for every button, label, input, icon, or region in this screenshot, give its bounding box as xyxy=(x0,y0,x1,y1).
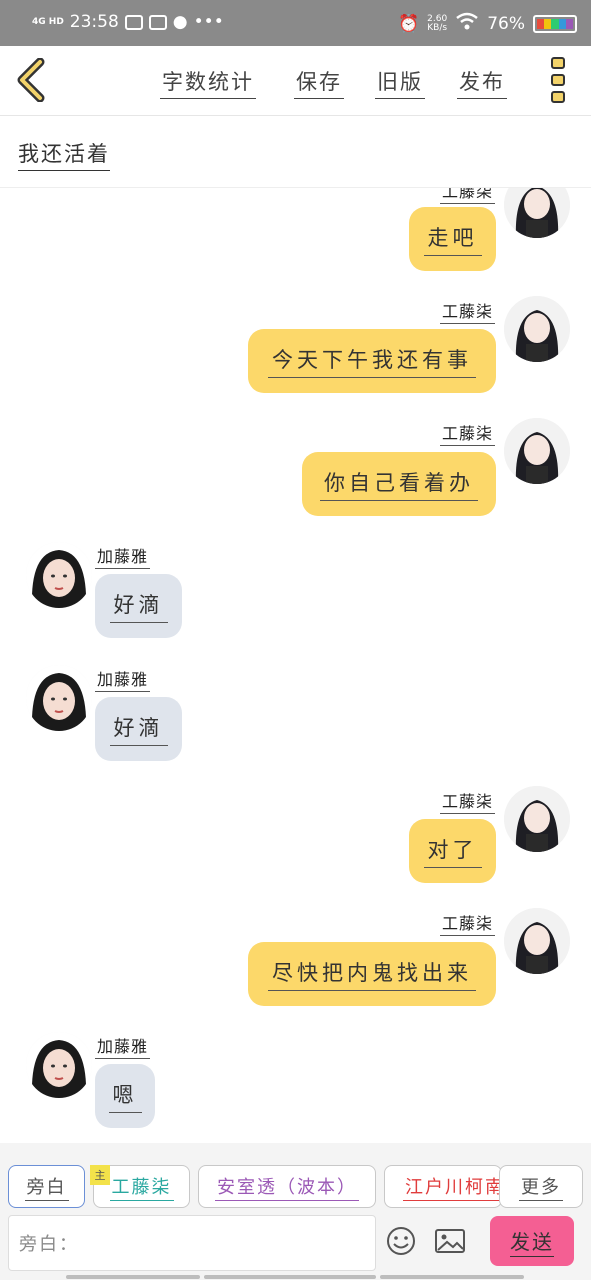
avatar[interactable] xyxy=(504,188,570,238)
story-title-bar: 我还活着 xyxy=(0,116,591,188)
top-toolbar: 字数统计 保存 旧版 发布 xyxy=(0,46,591,116)
battery-icon xyxy=(533,14,577,33)
network-speed: 2.60 KB/s xyxy=(427,13,448,33)
word-count-button[interactable]: 字数统计 xyxy=(160,66,256,99)
network-indicator: 4G HD xyxy=(32,16,64,27)
battery-percentage: 76% xyxy=(487,13,525,34)
role-chip-narration[interactable]: 旁白 xyxy=(8,1165,85,1208)
more-notifications-icon: ••• xyxy=(193,12,224,32)
menu-dot-icon xyxy=(551,91,565,103)
nav-indicator xyxy=(204,1275,376,1279)
status-bar: 4G HD 23:58 ● ••• ⏰ 2.60 KB/s 76% xyxy=(0,0,591,46)
clock: 23:58 xyxy=(69,12,119,32)
role-chip-amuro[interactable]: 安室透（波本） xyxy=(198,1165,376,1208)
story-title[interactable]: 我还活着 xyxy=(18,138,110,171)
smiley-icon xyxy=(387,1227,415,1255)
sender-name: 工藤柒 xyxy=(439,298,495,324)
message-bubble[interactable]: 对了 xyxy=(409,819,496,883)
wifi-icon xyxy=(455,12,479,35)
message-bubble[interactable]: 好滴 xyxy=(95,697,182,761)
chat-area[interactable]: 工藤柒 走吧 工藤柒 今天下午我还有事 工藤柒 你自己看着办 加藤雅 好滴 加藤… xyxy=(0,188,591,1143)
iqiyi-icon xyxy=(148,14,167,30)
chevron-left-icon xyxy=(17,57,45,103)
avatar[interactable] xyxy=(26,665,92,731)
sender-name: 工藤柒 xyxy=(439,188,495,204)
role-chip-conan[interactable]: 江户川柯南 xyxy=(384,1165,502,1208)
nav-indicator xyxy=(380,1275,524,1279)
avatar[interactable] xyxy=(504,296,570,362)
sender-name: 工藤柒 xyxy=(439,788,495,814)
emoji-button[interactable] xyxy=(385,1225,417,1257)
message-bubble[interactable]: 今天下午我还有事 xyxy=(248,329,496,393)
sender-name: 加藤雅 xyxy=(95,666,151,692)
message-bubble[interactable]: 你自己看着办 xyxy=(302,452,496,516)
chat-bubble-icon: ● xyxy=(172,12,188,32)
message-input[interactable] xyxy=(19,1228,359,1260)
send-button[interactable]: 发送 xyxy=(490,1216,574,1266)
avatar[interactable] xyxy=(504,908,570,974)
composer-panel: 旁白 主 工藤柒 安室透（波本） 江户川柯南 更多 发送 xyxy=(0,1143,591,1280)
message-bubble[interactable]: 嗯 xyxy=(95,1064,155,1128)
message-bubble[interactable]: 好滴 xyxy=(95,574,182,638)
back-button[interactable] xyxy=(14,57,48,103)
sender-name: 工藤柒 xyxy=(439,420,495,446)
old-version-button[interactable]: 旧版 xyxy=(375,66,425,99)
notification-app-icon xyxy=(124,14,143,30)
sender-name: 加藤雅 xyxy=(95,1033,151,1059)
message-input-box[interactable] xyxy=(8,1215,376,1271)
image-button[interactable] xyxy=(434,1225,466,1257)
avatar[interactable] xyxy=(26,1032,92,1098)
main-role-badge: 主 xyxy=(90,1165,110,1185)
message-bubble[interactable]: 尽快把内鬼找出来 xyxy=(248,942,496,1006)
nav-indicator xyxy=(66,1275,200,1279)
menu-dot-icon xyxy=(551,74,565,86)
sender-name: 工藤柒 xyxy=(439,910,495,936)
menu-dot-icon xyxy=(551,57,565,69)
avatar[interactable] xyxy=(504,418,570,484)
alarm-icon: ⏰ xyxy=(397,13,420,34)
more-menu-button[interactable] xyxy=(551,57,567,103)
save-button[interactable]: 保存 xyxy=(294,66,344,99)
sender-name: 加藤雅 xyxy=(95,543,151,569)
more-roles-button[interactable]: 更多 xyxy=(499,1165,583,1208)
message-bubble[interactable]: 走吧 xyxy=(409,207,496,271)
publish-button[interactable]: 发布 xyxy=(457,66,507,99)
image-icon xyxy=(435,1229,465,1253)
avatar[interactable] xyxy=(504,786,570,852)
avatar[interactable] xyxy=(26,542,92,608)
